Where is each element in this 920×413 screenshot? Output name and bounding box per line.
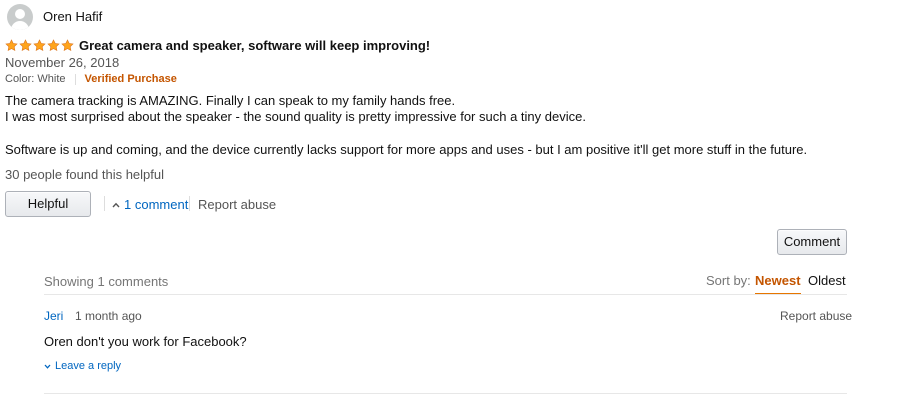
review-meta: Color: White Verified Purchase <box>5 73 177 85</box>
report-abuse-link[interactable]: Report abuse <box>198 197 276 212</box>
verified-purchase-badge: Verified Purchase <box>84 73 177 85</box>
review-date: November 26, 2018 <box>5 55 120 70</box>
comment-text: Oren don't you work for Facebook? <box>44 334 247 349</box>
comments-toggle-link[interactable]: 1 comment <box>112 197 188 212</box>
chevron-up-icon <box>112 202 120 207</box>
review-body-line: The camera tracking is AMAZING. Finally … <box>5 93 456 108</box>
chevron-down-icon <box>44 364 51 369</box>
comment-author[interactable]: Jeri <box>44 309 63 323</box>
star-rating[interactable] <box>5 39 74 52</box>
reviewer-name[interactable]: Oren Hafif <box>43 9 102 24</box>
review-body: The camera tracking is AMAZING. Finally … <box>5 93 807 158</box>
star-icon <box>5 39 18 52</box>
helpful-count: 30 people found this helpful <box>5 167 165 182</box>
sort-newest-tab[interactable]: Newest <box>755 273 801 295</box>
review-body-line: I was most surprised about the speaker -… <box>5 109 586 124</box>
avatar-head <box>15 9 25 19</box>
action-divider <box>189 196 190 211</box>
star-icon <box>47 39 60 52</box>
star-icon <box>61 39 74 52</box>
helpful-button[interactable]: Helpful <box>5 191 91 217</box>
comments-link-label: 1 comment <box>124 197 189 212</box>
star-icon <box>33 39 46 52</box>
action-divider <box>104 196 105 211</box>
leave-reply-label: Leave a reply <box>55 360 122 372</box>
avatar-body <box>11 21 29 30</box>
sort-label: Sort by: <box>706 273 751 288</box>
sort-oldest-tab[interactable]: Oldest <box>808 273 846 288</box>
divider <box>44 393 847 394</box>
color-variant-label[interactable]: Color: White <box>5 73 66 85</box>
avatar <box>7 4 33 30</box>
comment-timestamp: 1 month ago <box>75 309 142 323</box>
divider <box>44 294 847 295</box>
comments-count-label: Showing 1 comments <box>44 274 169 289</box>
comment-report-abuse-link[interactable]: Report abuse <box>780 309 852 323</box>
leave-reply-link[interactable]: Leave a reply <box>44 360 121 372</box>
star-icon <box>19 39 32 52</box>
review-title[interactable]: Great camera and speaker, software will … <box>79 38 430 53</box>
review-body-line: Software is up and coming, and the devic… <box>5 142 808 157</box>
meta-divider <box>74 73 76 85</box>
comment-button[interactable]: Comment <box>777 229 847 255</box>
